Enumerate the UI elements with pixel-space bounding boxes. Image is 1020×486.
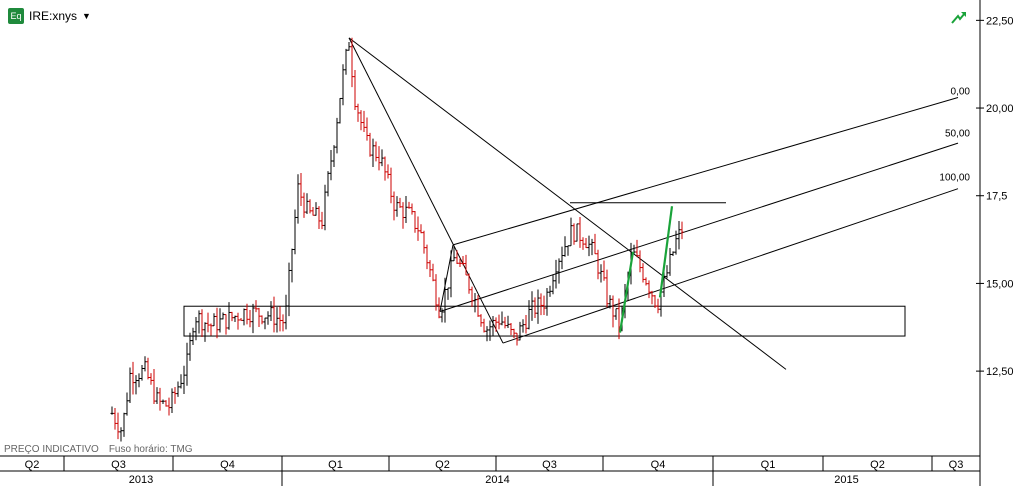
year-label: 2014 <box>485 474 509 486</box>
trend-line <box>452 97 959 246</box>
year-label: 2013 <box>129 474 153 486</box>
year-label: 2015 <box>834 474 858 486</box>
y-tick-label: 17,5 <box>986 191 1007 203</box>
quarter-label: Q2 <box>435 459 450 471</box>
quarter-label: Q1 <box>328 459 343 471</box>
trend-line <box>439 142 959 312</box>
quarter-label: Q4 <box>651 459 666 471</box>
fib-level-label: 0,00 <box>951 87 971 98</box>
price-note: PREÇO INDICATIVO <box>4 444 99 455</box>
highlight-segment <box>618 251 635 333</box>
trend-line <box>348 37 787 370</box>
trend-line <box>502 188 959 344</box>
y-tick-label: 20,00 <box>986 103 1014 115</box>
timezone-label: Fuso horário: TMG <box>108 444 193 455</box>
quarter-label: Q3 <box>542 459 557 471</box>
trend-line <box>348 37 504 344</box>
quarter-label: Q3 <box>111 459 126 471</box>
y-tick-label: 22,50 <box>986 15 1014 27</box>
price-chart[interactable]: 22,50 20,00 17,5 15,00 12,50 Q2 Q3 Q4 Q1 Q2 Q3 Q4 Q1… <box>0 0 1020 486</box>
fib-level-label: 50,00 <box>945 129 970 140</box>
quarter-label: Q2 <box>870 459 885 471</box>
y-tick-label: 12,50 <box>986 366 1014 378</box>
quarter-label: Q4 <box>220 459 235 471</box>
chart-footer: PREÇO INDICATIVO Fuso horário: TMG <box>4 444 193 455</box>
y-tick-label: 15,00 <box>986 278 1014 290</box>
quarter-label: Q2 <box>25 459 40 471</box>
fib-level-label: 100,00 <box>939 172 970 183</box>
quarter-label: Q3 <box>949 459 964 471</box>
quarter-label: Q1 <box>761 459 776 471</box>
